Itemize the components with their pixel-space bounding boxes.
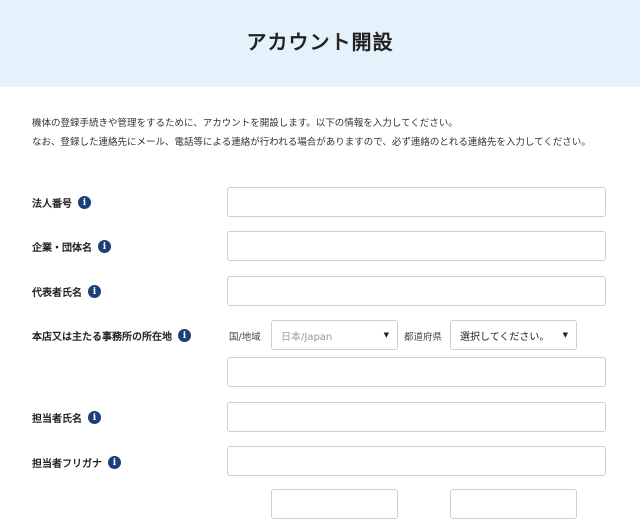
intro-line-2: なお、登録した連絡先にメール、電話等による連絡が行われる場合がありますので、必ず… <box>32 137 591 148</box>
contact-furigana-label-text: 担当者フリガナ <box>32 459 102 470</box>
chevron-down-icon: ▼ <box>562 331 568 339</box>
prefecture-select[interactable]: 選択してください。 ▼ <box>450 320 577 350</box>
address-input[interactable] <box>227 357 606 387</box>
country-select[interactable]: 日本/Japan ▼ <box>271 320 398 350</box>
intro-text: 機体の登録手続きや管理をするために、アカウントを開設します。以下の情報を入力して… <box>32 114 632 152</box>
prefecture-label: 都道府県 <box>404 332 443 343</box>
representative-name-input[interactable] <box>227 276 606 306</box>
page-title: アカウント開設 <box>246 30 394 54</box>
info-icon[interactable]: i <box>88 285 101 298</box>
company-name-input[interactable] <box>227 231 606 261</box>
page-header: アカウント開設 <box>0 0 640 87</box>
corporate-number-input[interactable] <box>227 187 606 217</box>
corporate-number-label: 法人番号 i <box>32 195 91 210</box>
chevron-down-icon: ▼ <box>383 331 389 339</box>
intro-line-1: 機体の登録手続きや管理をするために、アカウントを開設します。以下の情報を入力して… <box>32 118 458 129</box>
contact-furigana-input[interactable] <box>227 446 606 476</box>
country-label: 国/地域 <box>229 332 261 343</box>
country-select-value: 日本/Japan <box>281 331 333 343</box>
representative-name-label: 代表者氏名 i <box>32 284 101 299</box>
info-icon[interactable]: i <box>98 240 111 253</box>
contact-name-label-text: 担当者氏名 <box>32 414 82 425</box>
representative-name-label-text: 代表者氏名 <box>32 288 82 299</box>
company-name-label: 企業・団体名 i <box>32 239 111 254</box>
info-icon[interactable]: i <box>178 329 191 342</box>
info-icon[interactable]: i <box>108 456 121 469</box>
prefecture-select-value: 選択してください。 <box>460 331 550 343</box>
info-icon[interactable]: i <box>88 411 101 424</box>
head-office-label-text: 本店又は主たる事務所の所在地 <box>32 332 172 343</box>
company-name-label-text: 企業・団体名 <box>32 243 92 254</box>
contact-name-label: 担当者氏名 i <box>32 410 101 425</box>
contact-furigana-label: 担当者フリガナ i <box>32 455 121 470</box>
head-office-label: 本店又は主たる事務所の所在地 i <box>32 328 191 343</box>
corporate-number-label-text: 法人番号 <box>32 199 72 210</box>
contact-name-input[interactable] <box>227 402 606 432</box>
info-icon[interactable]: i <box>78 196 91 209</box>
